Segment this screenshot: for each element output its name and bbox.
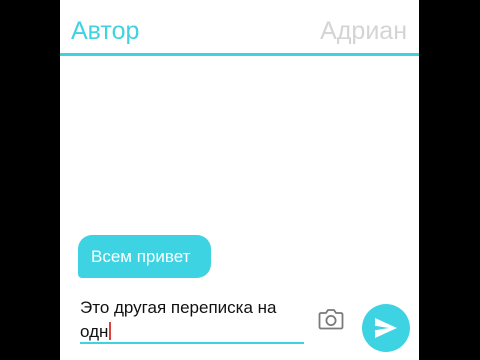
message-bubble[interactable]: Всем привет: [78, 235, 211, 278]
camera-button[interactable]: [318, 307, 344, 331]
message-text: Всем привет: [91, 247, 191, 266]
input-underline: [80, 342, 304, 344]
header-divider: [60, 53, 419, 56]
contact-name[interactable]: Адриан: [320, 16, 407, 46]
camera-icon: [318, 309, 344, 330]
text-caret: [109, 322, 112, 340]
send-icon: [375, 318, 397, 338]
author-tab[interactable]: Автор: [71, 16, 139, 46]
send-button[interactable]: [362, 304, 410, 352]
chat-screen: Автор Адриан Всем привет Это другая пере…: [60, 0, 419, 360]
chat-header: Автор Адриан: [60, 0, 419, 56]
message-input[interactable]: Это другая переписка на одн: [80, 296, 305, 342]
